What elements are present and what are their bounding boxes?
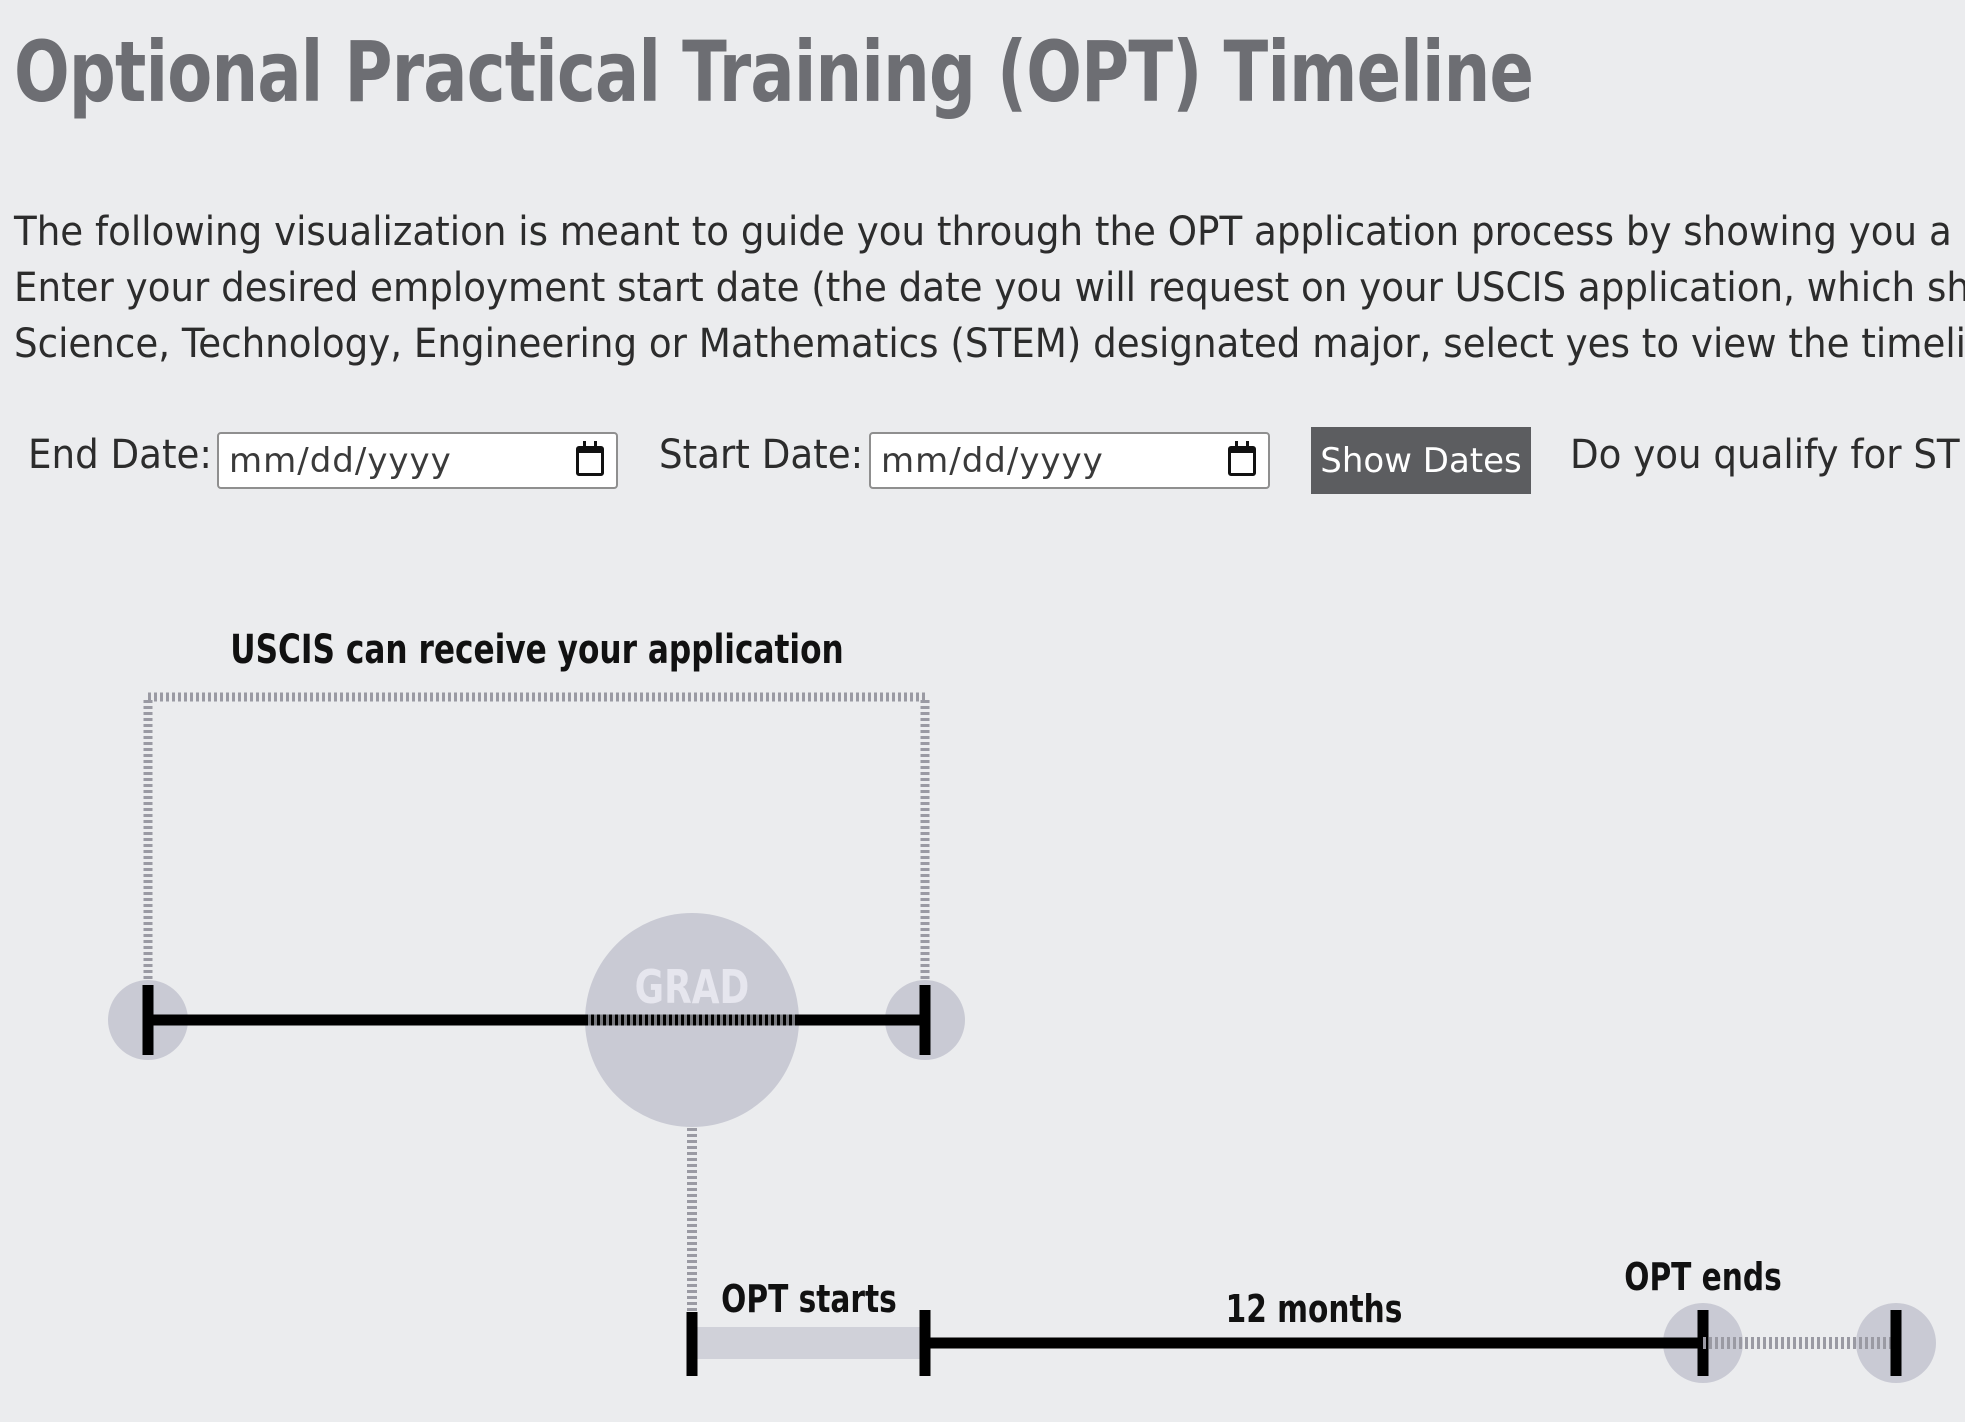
opt-starts-label: OPT starts (721, 1277, 897, 1322)
page: Optional Practical Training (OPT) Timeli… (0, 0, 1965, 1422)
opt-ends-label: OPT ends (1624, 1255, 1781, 1300)
opt-timeline: USCIS can receive your application GRAD … (108, 627, 1936, 1383)
receive-window-bracket (143, 692, 930, 985)
opt-start-segment (692, 1327, 925, 1359)
grad-label: GRAD (635, 961, 750, 1015)
duration-label: 12 months (1226, 1287, 1403, 1332)
receive-window-label: USCIS can receive your application (230, 627, 843, 673)
